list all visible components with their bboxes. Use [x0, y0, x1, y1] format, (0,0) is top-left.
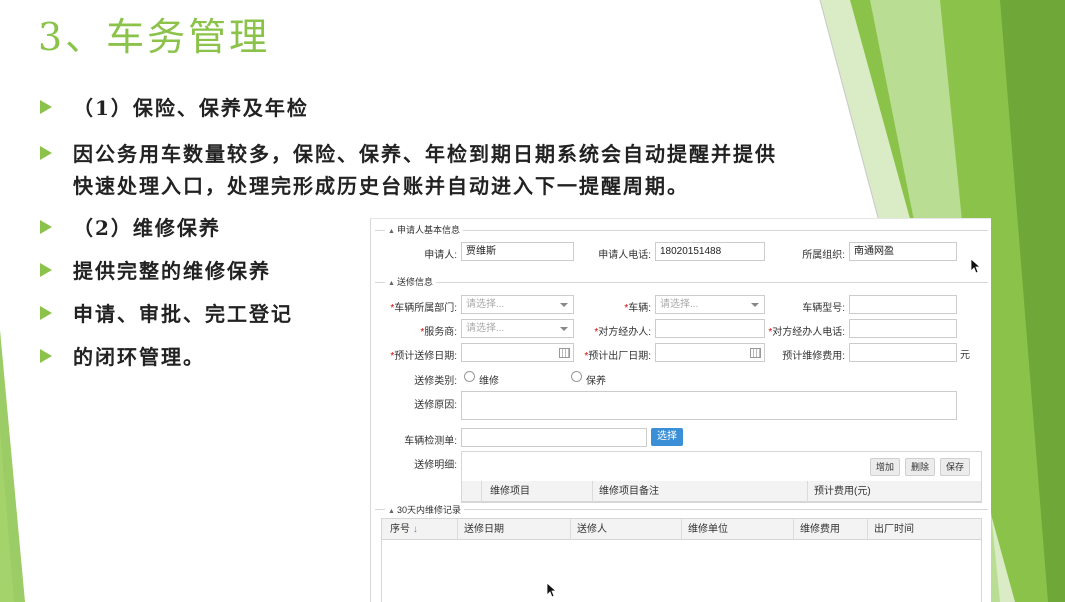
chevron-down-icon	[560, 327, 568, 331]
phone-field[interactable]: 18020151488	[655, 242, 765, 261]
type-radio-repair[interactable]	[464, 371, 475, 382]
bullet-triangle-icon	[40, 146, 52, 160]
type-option-repair: 维修	[479, 376, 499, 387]
bullet-item: 申请、审批、完工登记	[40, 296, 293, 332]
history-col-unit[interactable]: 维修单位	[682, 519, 794, 540]
select-button[interactable]: 选择	[651, 428, 683, 446]
bullet-item: 因公务用车数量较多，保险、保养、年检到期日期系统会自动提醒并提供	[40, 136, 777, 172]
history-grid: 序号 ↓ 送修日期 送修人 维修单位 维修费用 出厂时间	[381, 518, 982, 602]
org-field[interactable]: 南通网盈	[849, 242, 957, 261]
history-col-index[interactable]: 序号 ↓	[382, 519, 458, 540]
add-button[interactable]: 增加	[870, 458, 900, 476]
save-button[interactable]: 保存	[940, 458, 970, 476]
bullet-triangle-icon	[40, 306, 52, 320]
mouse-cursor-icon	[546, 582, 558, 598]
reason-textarea[interactable]	[461, 391, 957, 420]
repair-application-form: ▲ 申请人基本信息 申请人: 贾维斯 申请人电话: 18020151488 所属组…	[370, 218, 991, 602]
model-field[interactable]	[849, 295, 957, 314]
chevron-down-icon	[560, 303, 568, 307]
provider-label: *服务商:	[420, 327, 457, 338]
section-divider	[375, 230, 988, 231]
type-radio-maintain[interactable]	[571, 371, 582, 382]
dept-label: *车辆所属部门:	[390, 303, 457, 314]
cost-label: 预计维修费用:	[782, 351, 845, 362]
bullet-triangle-icon	[40, 349, 52, 363]
cost-unit: 元	[960, 350, 970, 361]
history-col-cost[interactable]: 维修费用	[794, 519, 868, 540]
provider-select[interactable]: 请选择...	[461, 319, 574, 338]
mouse-cursor-icon	[970, 258, 982, 274]
type-option-maintain: 保养	[586, 376, 606, 387]
out-date-label: *预计出厂日期:	[584, 351, 651, 362]
history-grid-header: 序号 ↓ 送修日期 送修人 维修单位 维修费用 出厂时间	[382, 519, 981, 540]
contact-phone-label: *对方经办人电话:	[768, 327, 845, 338]
contact-field[interactable]	[655, 319, 765, 338]
sort-arrow-down-icon: ↓	[412, 524, 418, 535]
bullet-item: 提供完整的维修保养	[40, 253, 271, 289]
applicant-field[interactable]: 贾维斯	[461, 242, 574, 261]
vehicle-label: *车辆:	[624, 303, 651, 314]
vehicle-select[interactable]: 请选择...	[655, 295, 765, 314]
details-label: 送修明细:	[414, 460, 457, 471]
collapse-caret-icon: ▲	[388, 228, 395, 235]
collapse-caret-icon: ▲	[388, 508, 395, 515]
calendar-icon[interactable]	[559, 348, 570, 358]
send-date-label: *预计送修日期:	[390, 351, 457, 362]
detail-col-cost[interactable]: 预计费用(元)	[808, 481, 981, 502]
section-repair-title[interactable]: ▲ 送修信息	[385, 275, 436, 288]
applicant-label: 申请人:	[424, 250, 457, 261]
inspection-label: 车辆检测单:	[404, 436, 457, 447]
section-applicant-title[interactable]: ▲ 申请人基本信息	[385, 223, 463, 236]
section-history-title[interactable]: ▲ 30天内维修记录	[385, 503, 464, 516]
history-col-send-date[interactable]: 送修日期	[458, 519, 571, 540]
bullet-triangle-icon	[40, 220, 52, 234]
dept-select[interactable]: 请选择...	[461, 295, 574, 314]
history-col-sender[interactable]: 送修人	[571, 519, 682, 540]
phone-label: 申请人电话:	[598, 250, 651, 261]
detail-grid-header: 维修项目 维修项目备注 预计费用(元)	[462, 481, 981, 502]
calendar-icon[interactable]	[750, 348, 761, 358]
reason-label: 送修原因:	[414, 400, 457, 411]
bullet-continuation: 快速处理入口，处理完形成历史台账并自动进入下一提醒周期。	[73, 174, 689, 198]
section-divider	[375, 282, 988, 283]
send-date-field[interactable]	[461, 343, 574, 362]
bullet-item: （2）维修保养	[40, 210, 221, 246]
bullet-triangle-icon	[40, 100, 52, 114]
inspection-field[interactable]	[461, 428, 647, 447]
type-label: 送修类别:	[414, 376, 457, 387]
section-divider	[375, 509, 988, 510]
contact-label: *对方经办人:	[594, 327, 651, 338]
history-col-out-time[interactable]: 出厂时间	[868, 519, 981, 540]
bullet-item: （1）保险、保养及年检	[40, 90, 309, 126]
row-indicator-column	[462, 481, 482, 502]
delete-button[interactable]: 删除	[905, 458, 935, 476]
org-label: 所属组织:	[802, 250, 845, 261]
cost-field[interactable]	[849, 343, 957, 362]
detail-grid: 增加 删除 保存 维修项目 维修项目备注 预计费用(元)	[461, 451, 982, 503]
out-date-field[interactable]	[655, 343, 765, 362]
contact-phone-field[interactable]	[849, 319, 957, 338]
slide-title: 3、车务管理	[38, 15, 271, 59]
model-label: 车辆型号:	[802, 303, 845, 314]
collapse-caret-icon: ▲	[388, 280, 395, 287]
chevron-down-icon	[751, 303, 759, 307]
detail-col-remark[interactable]: 维修项目备注	[593, 481, 808, 502]
bullet-triangle-icon	[40, 263, 52, 277]
detail-col-item[interactable]: 维修项目	[482, 481, 593, 502]
bullet-item: 的闭环管理。	[40, 339, 205, 375]
